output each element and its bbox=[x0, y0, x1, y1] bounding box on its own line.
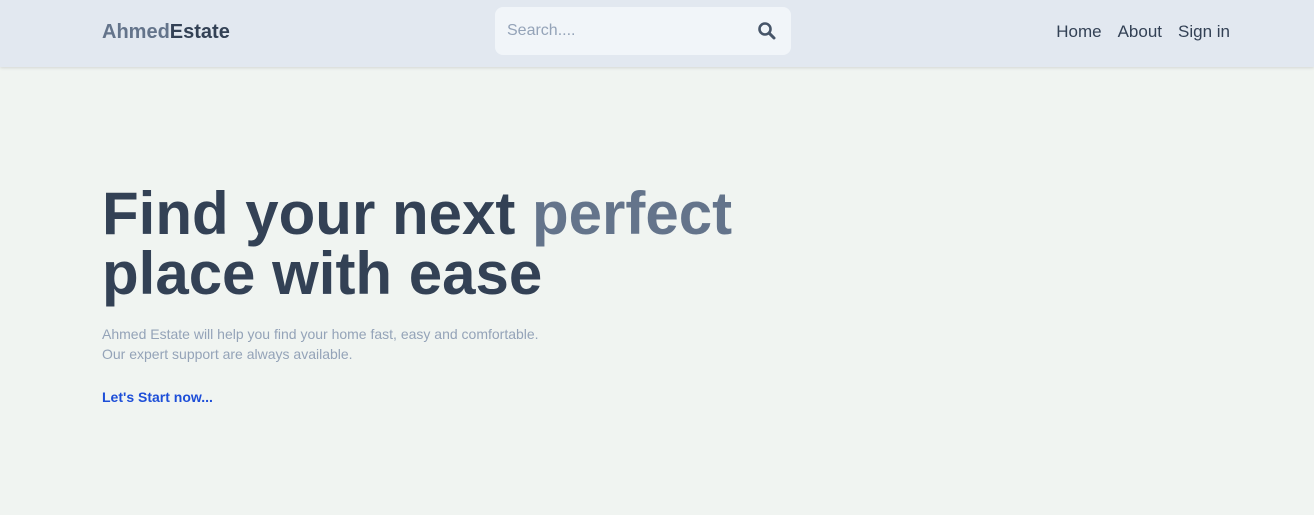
search-icon[interactable] bbox=[757, 21, 777, 41]
hero-subtitle-line2: Our expert support are always available. bbox=[102, 346, 353, 362]
nav-about-link[interactable]: About bbox=[1118, 22, 1162, 42]
main-nav: Home About Sign in bbox=[1056, 22, 1230, 42]
hero-subtitle-line1: Ahmed Estate will help you find your hom… bbox=[102, 326, 539, 342]
hero-subtitle: Ahmed Estate will help you find your hom… bbox=[102, 324, 539, 364]
nav-home-link[interactable]: Home bbox=[1056, 22, 1101, 42]
logo-first: Ahmed bbox=[102, 21, 170, 43]
hero-title-start: Find your next bbox=[102, 180, 533, 247]
hero-title-end: place with ease bbox=[102, 240, 543, 307]
search-input[interactable] bbox=[495, 7, 745, 55]
site-logo[interactable]: AhmedEstate bbox=[102, 20, 230, 44]
hero-title: Find your next perfect place with ease bbox=[102, 184, 732, 304]
search-form bbox=[495, 7, 791, 55]
hero-title-accent: perfect bbox=[532, 180, 733, 247]
start-now-link[interactable]: Let's Start now... bbox=[102, 389, 213, 405]
nav-signin-link[interactable]: Sign in bbox=[1178, 22, 1230, 42]
site-header: AhmedEstate Home About Sign in bbox=[0, 0, 1314, 67]
logo-second: Estate bbox=[169, 21, 230, 43]
